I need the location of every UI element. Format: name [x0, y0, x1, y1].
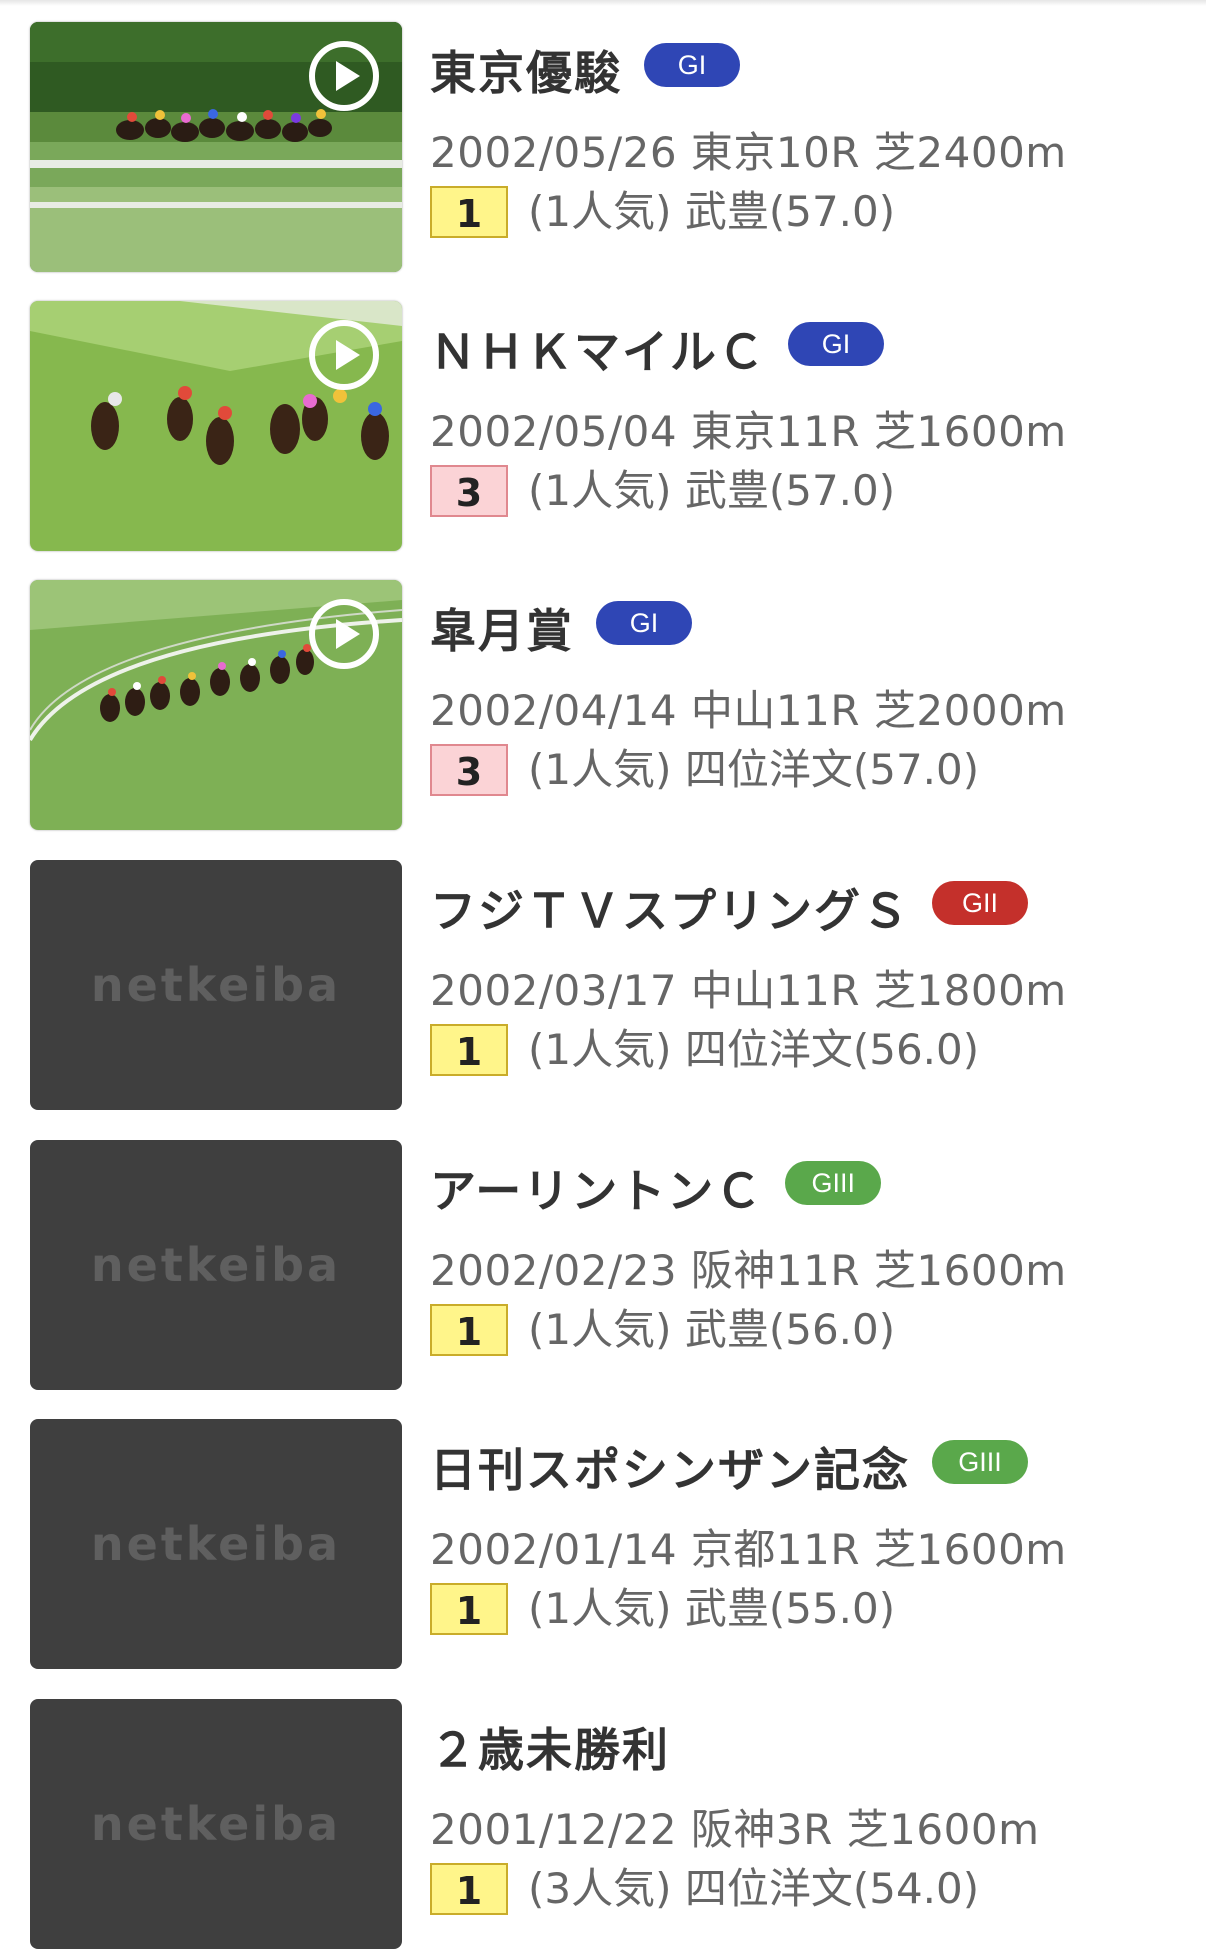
play-icon [309, 41, 379, 111]
race-video-thumbnail[interactable] [30, 22, 402, 272]
thumbnail-placeholder: netkeiba [30, 860, 402, 1110]
race-row[interactable]: netkeiba 日刊スポシンザン記念 GIII 2002/01/14 京都11R… [0, 1419, 1206, 1669]
grade-badge: GI [644, 43, 740, 87]
race-info: フジＴＶスプリングＳ GII 2002/03/17 中山11R 芝1800m 1 (… [430, 860, 1190, 1110]
finish-rank: 1 [430, 186, 508, 238]
grade-badge: GII [932, 881, 1028, 925]
race-row[interactable]: ＮＨＫマイルＣ GI 2002/05/04 東京11R 芝1600m 3 (1人気)… [0, 301, 1206, 551]
finish-rank: 1 [430, 1024, 508, 1076]
finish-rank: 1 [430, 1863, 508, 1915]
race-name[interactable]: フジＴＶスプリングＳ [430, 882, 910, 940]
race-name[interactable]: 皐月賞 [430, 602, 574, 660]
race-name[interactable]: アーリントンＣ [430, 1162, 763, 1220]
finish-rank: 1 [430, 1583, 508, 1635]
race-info: 日刊スポシンザン記念 GIII 2002/01/14 京都11R 芝1600m 1… [430, 1419, 1190, 1669]
netkeiba-logo: netkeiba [90, 1797, 342, 1851]
result-popularity-jockey: (1人気) 四位洋文(57.0) [528, 745, 980, 794]
race-video-thumbnail[interactable] [30, 580, 402, 830]
netkeiba-logo: netkeiba [90, 1238, 342, 1292]
netkeiba-logo: netkeiba [90, 958, 342, 1012]
race-row[interactable]: netkeiba ２歳未勝利 2001/12/22 阪神3R 芝1600m 1 (… [0, 1699, 1206, 1949]
grade-badge: GI [596, 601, 692, 645]
race-detail: 2001/12/22 阪神3R 芝1600m [430, 1805, 1040, 1854]
finish-rank: 3 [430, 465, 508, 517]
race-detail: 2002/02/23 阪神11R 芝1600m [430, 1246, 1067, 1295]
play-icon [309, 599, 379, 669]
race-video-thumbnail[interactable] [30, 301, 402, 551]
result-popularity-jockey: (1人気) 四位洋文(56.0) [528, 1025, 980, 1074]
play-icon [309, 320, 379, 390]
race-detail: 2002/03/17 中山11R 芝1800m [430, 966, 1067, 1015]
race-detail: 2002/05/26 東京10R 芝2400m [430, 128, 1067, 177]
race-detail: 2002/04/14 中山11R 芝2000m [430, 686, 1067, 735]
result-popularity-jockey: (1人気) 武豊(57.0) [528, 187, 896, 236]
grade-badge: GIII [785, 1161, 882, 1205]
netkeiba-logo: netkeiba [90, 1517, 342, 1571]
grade-badge: GIII [932, 1440, 1028, 1484]
thumbnail-placeholder: netkeiba [30, 1699, 402, 1949]
race-info: ＮＨＫマイルＣ GI 2002/05/04 東京11R 芝1600m 3 (1人気)… [430, 301, 1190, 551]
finish-rank: 1 [430, 1304, 508, 1356]
race-row[interactable]: 皐月賞 GI 2002/04/14 中山11R 芝2000m 3 (1人気) 四位洋… [0, 580, 1206, 830]
race-row[interactable]: netkeiba アーリントンＣ GIII 2002/02/23 阪神11R 芝1… [0, 1140, 1206, 1390]
race-info: ２歳未勝利 2001/12/22 阪神3R 芝1600m 1 (3人気) 四位洋文… [430, 1699, 1190, 1949]
race-info: アーリントンＣ GIII 2002/02/23 阪神11R 芝1600m 1 (1人… [430, 1140, 1190, 1390]
result-popularity-jockey: (1人気) 武豊(55.0) [528, 1584, 896, 1633]
race-info: 東京優駿 GI 2002/05/26 東京10R 芝2400m 1 (1人気) 武豊… [430, 22, 1190, 272]
result-popularity-jockey: (1人気) 武豊(57.0) [528, 466, 896, 515]
result-popularity-jockey: (1人気) 武豊(56.0) [528, 1305, 896, 1354]
race-name[interactable]: 東京優駿 [430, 44, 622, 102]
thumbnail-placeholder: netkeiba [30, 1419, 402, 1669]
race-row[interactable]: netkeiba フジＴＶスプリングＳ GII 2002/03/17 中山11R … [0, 860, 1206, 1110]
race-name[interactable]: 日刊スポシンザン記念 [430, 1441, 910, 1499]
top-shadow [0, 0, 1206, 6]
finish-rank: 3 [430, 744, 508, 796]
race-row[interactable]: 東京優駿 GI 2002/05/26 東京10R 芝2400m 1 (1人気) 武豊… [0, 22, 1206, 272]
result-popularity-jockey: (3人気) 四位洋文(54.0) [528, 1864, 980, 1913]
race-name[interactable]: ＮＨＫマイルＣ [430, 323, 766, 381]
race-name[interactable]: ２歳未勝利 [430, 1721, 670, 1779]
grade-badge: GI [788, 322, 884, 366]
thumbnail-placeholder: netkeiba [30, 1140, 402, 1390]
race-info: 皐月賞 GI 2002/04/14 中山11R 芝2000m 3 (1人気) 四位洋… [430, 580, 1190, 830]
race-detail: 2002/05/04 東京11R 芝1600m [430, 407, 1067, 456]
race-detail: 2002/01/14 京都11R 芝1600m [430, 1525, 1067, 1574]
